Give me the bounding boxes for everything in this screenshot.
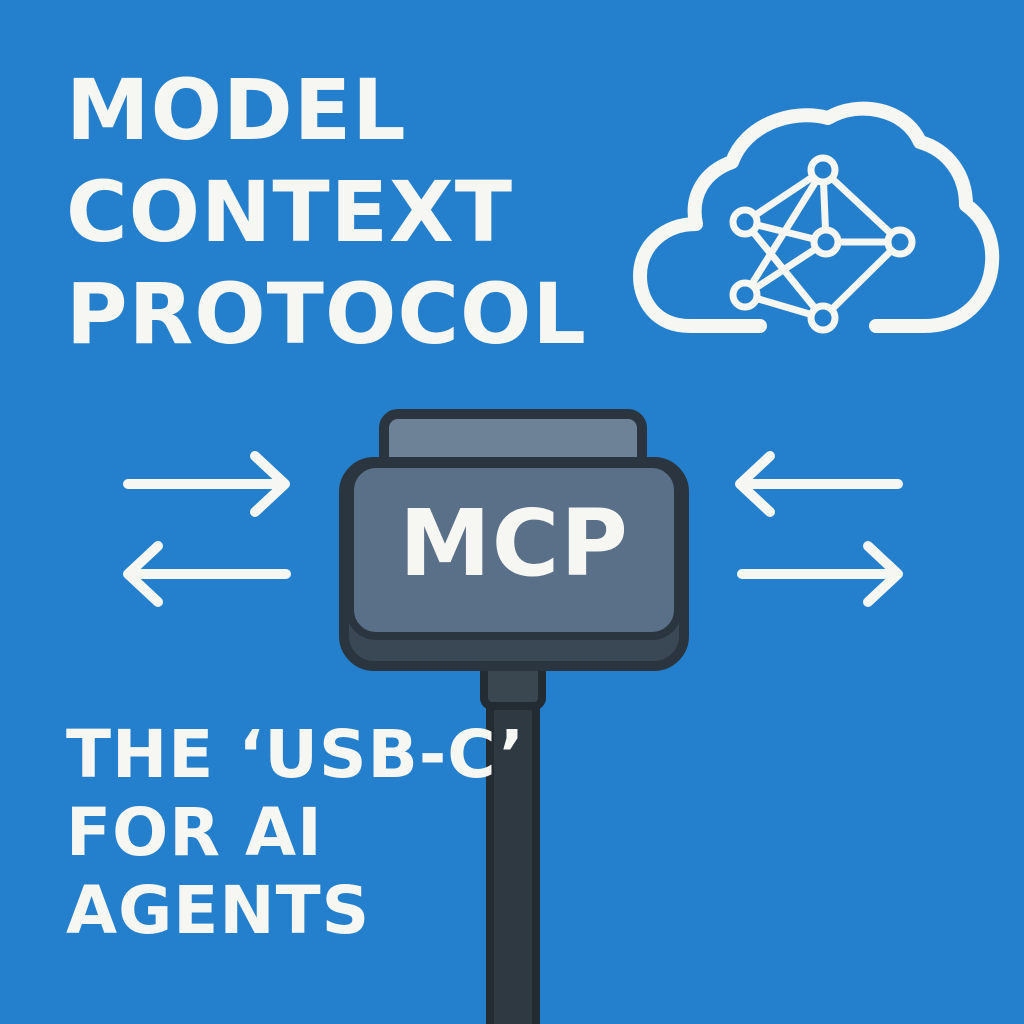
- cloud-outline: [633, 101, 1000, 333]
- connector-label: MCP: [399, 490, 629, 597]
- cloud-network-icon: [633, 101, 1000, 334]
- subtitle-line-3: AGENTS: [66, 872, 371, 949]
- arrow-right-icon: [737, 541, 903, 607]
- arrow-left-icon: [123, 541, 291, 607]
- arrow-left-icon: [735, 451, 903, 517]
- poster-canvas: MODEL CONTEXT PROTOCOL MCP THE ‘USB-C’ F…: [0, 0, 1024, 1024]
- subtitle-line-1: THE ‘USB-C’: [66, 716, 526, 793]
- cable: [480, 642, 546, 1024]
- arrow-right-icon: [123, 451, 290, 517]
- subtitle-line-2: FOR AI: [66, 794, 323, 871]
